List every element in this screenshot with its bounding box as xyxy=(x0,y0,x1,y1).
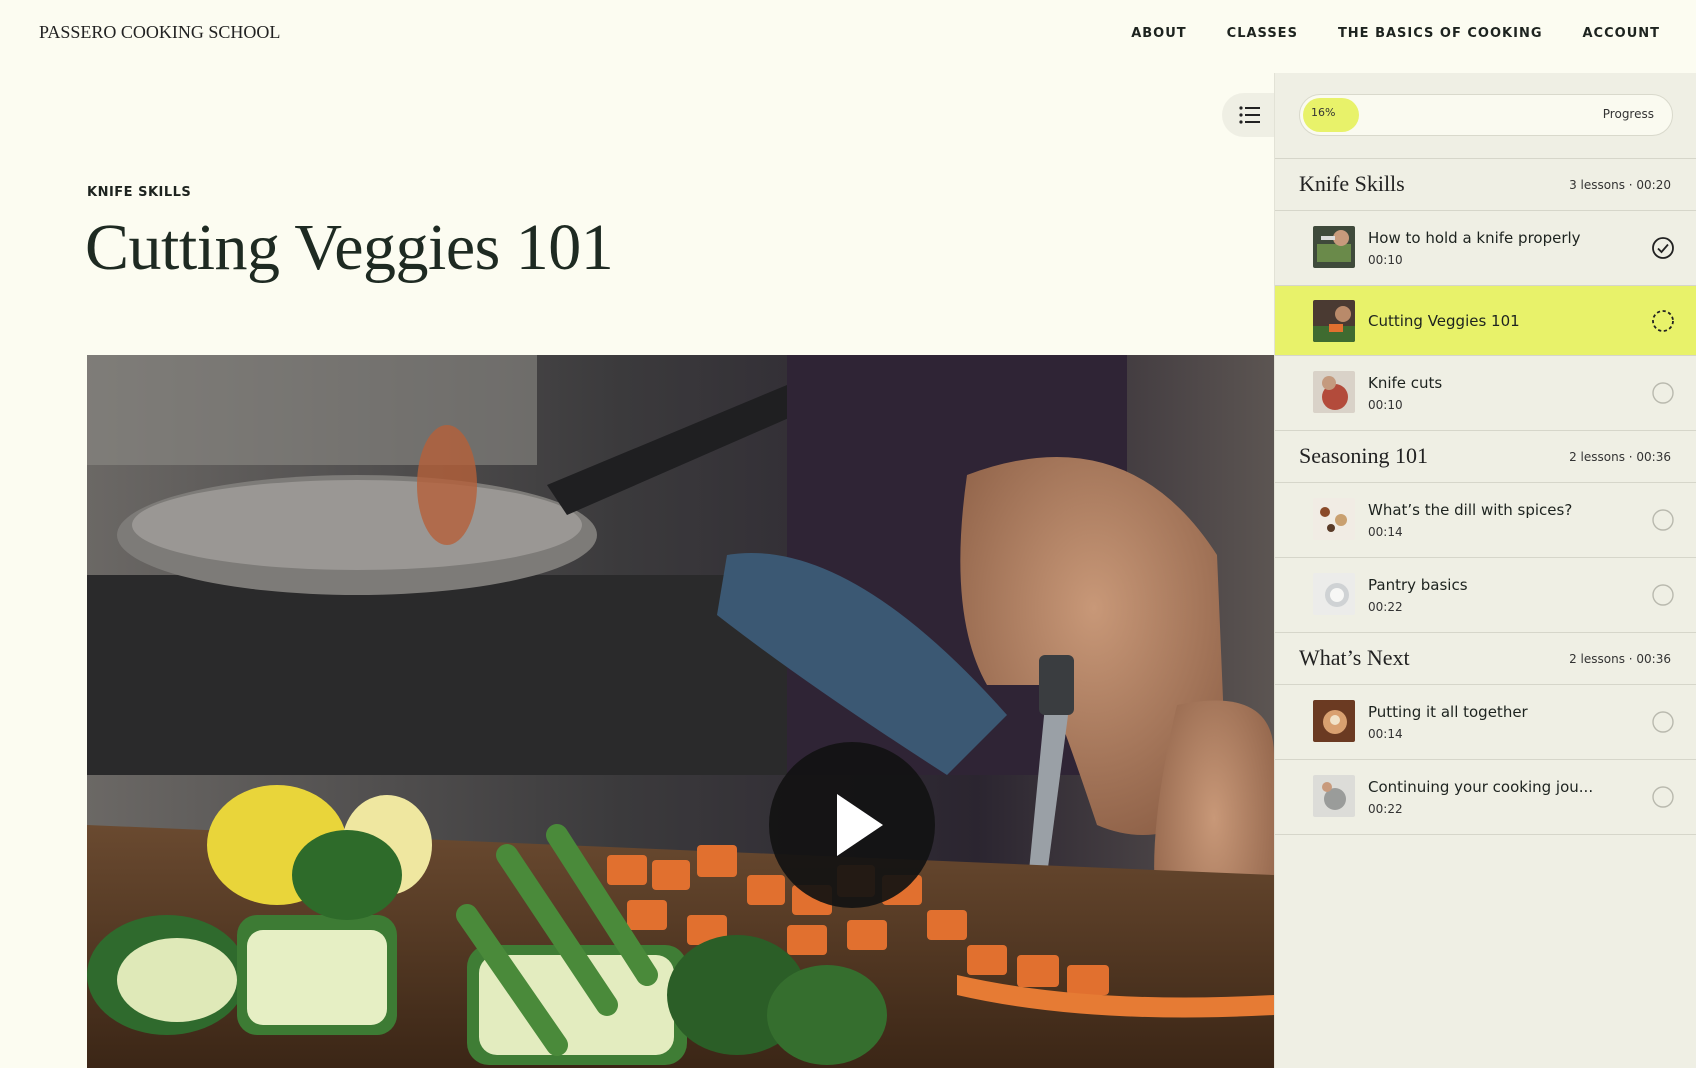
section-meta: 2 lessons · 00:36 xyxy=(1569,652,1671,666)
nav-about[interactable]: ABOUT xyxy=(1131,26,1186,41)
lesson-item[interactable]: What’s the dill with spices? 00:14 xyxy=(1275,482,1696,557)
nav-classes[interactable]: CLASSES xyxy=(1227,26,1298,41)
not-started-icon xyxy=(1652,711,1674,733)
lesson-duration: 00:10 xyxy=(1368,398,1403,412)
lesson-duration: 00:14 xyxy=(1368,525,1403,539)
lesson-item[interactable]: Pantry basics 00:22 xyxy=(1275,557,1696,632)
in-progress-icon xyxy=(1652,310,1674,332)
not-started-icon xyxy=(1652,584,1674,606)
play-button[interactable] xyxy=(769,742,935,908)
lesson-item-active[interactable]: Cutting Veggies 101 xyxy=(1275,285,1696,355)
lesson-thumbnail xyxy=(1313,300,1355,342)
lesson-title: Pantry basics xyxy=(1368,576,1468,594)
list-icon xyxy=(1239,106,1260,124)
section-header-whats-next[interactable]: What’s Next 2 lessons · 00:36 xyxy=(1275,632,1696,684)
section-header-seasoning-101[interactable]: Seasoning 101 2 lessons · 00:36 xyxy=(1275,430,1696,482)
video-player[interactable] xyxy=(87,355,1274,1068)
section-meta: 3 lessons · 00:20 xyxy=(1569,178,1671,192)
lesson-thumbnail xyxy=(1313,226,1355,268)
play-icon xyxy=(837,794,883,856)
site-logo[interactable]: PASSERO COOKING SCHOOL xyxy=(39,22,280,43)
not-started-icon xyxy=(1652,509,1674,531)
lesson-item[interactable]: Continuing your cooking jou... 00:22 xyxy=(1275,759,1696,834)
lesson-item[interactable]: Knife cuts 00:10 xyxy=(1275,355,1696,430)
lesson-title: How to hold a knife properly xyxy=(1368,229,1581,247)
section-title: Knife Skills xyxy=(1299,171,1405,196)
lesson-title: Putting it all together xyxy=(1368,703,1528,721)
section-title: Seasoning 101 xyxy=(1299,443,1428,468)
section-meta: 2 lessons · 00:36 xyxy=(1569,450,1671,464)
nav-account[interactable]: ACCOUNT xyxy=(1583,26,1661,41)
not-started-icon xyxy=(1652,382,1674,404)
progress-label: Progress xyxy=(1602,107,1654,121)
course-eyebrow: KNIFE SKILLS xyxy=(87,185,192,200)
lesson-item[interactable]: Putting it all together 00:14 xyxy=(1275,684,1696,759)
completed-check-icon xyxy=(1652,237,1674,259)
sidebar-divider xyxy=(1275,834,1696,835)
main-nav: ABOUT CLASSES THE BASICS OF COOKING ACCO… xyxy=(1131,26,1660,41)
lesson-duration: 00:22 xyxy=(1368,600,1403,614)
lesson-thumbnail xyxy=(1313,775,1355,817)
page-title: Cutting Veggies 101 xyxy=(85,211,614,284)
nav-basics-of-cooking[interactable]: THE BASICS OF COOKING xyxy=(1338,26,1543,41)
lesson-thumbnail xyxy=(1313,573,1355,615)
lesson-thumbnail xyxy=(1313,700,1355,742)
lesson-item[interactable]: How to hold a knife properly 00:10 xyxy=(1275,210,1696,285)
progress-bar: 16% Progress xyxy=(1299,94,1673,136)
lesson-title: Cutting Veggies 101 xyxy=(1368,312,1520,330)
section-title: What’s Next xyxy=(1299,645,1410,670)
not-started-icon xyxy=(1652,786,1674,808)
lesson-thumbnail xyxy=(1313,371,1355,413)
lesson-title: Knife cuts xyxy=(1368,374,1443,392)
lesson-duration: 00:10 xyxy=(1368,253,1403,267)
lesson-thumbnail xyxy=(1313,498,1355,540)
progress-percent: 16% xyxy=(1311,106,1336,119)
section-header-knife-skills[interactable]: Knife Skills 3 lessons · 00:20 xyxy=(1275,158,1696,210)
lesson-title: Continuing your cooking jou... xyxy=(1368,778,1594,796)
lesson-title: What’s the dill with spices? xyxy=(1368,501,1573,519)
lesson-duration: 00:22 xyxy=(1368,802,1403,816)
video-still xyxy=(87,355,1274,1068)
lesson-list-toggle[interactable] xyxy=(1222,93,1276,137)
lesson-duration: 00:14 xyxy=(1368,727,1403,741)
lesson-sidebar: 16% Progress Knife Skills 3 lessons · 00… xyxy=(1274,73,1696,1068)
